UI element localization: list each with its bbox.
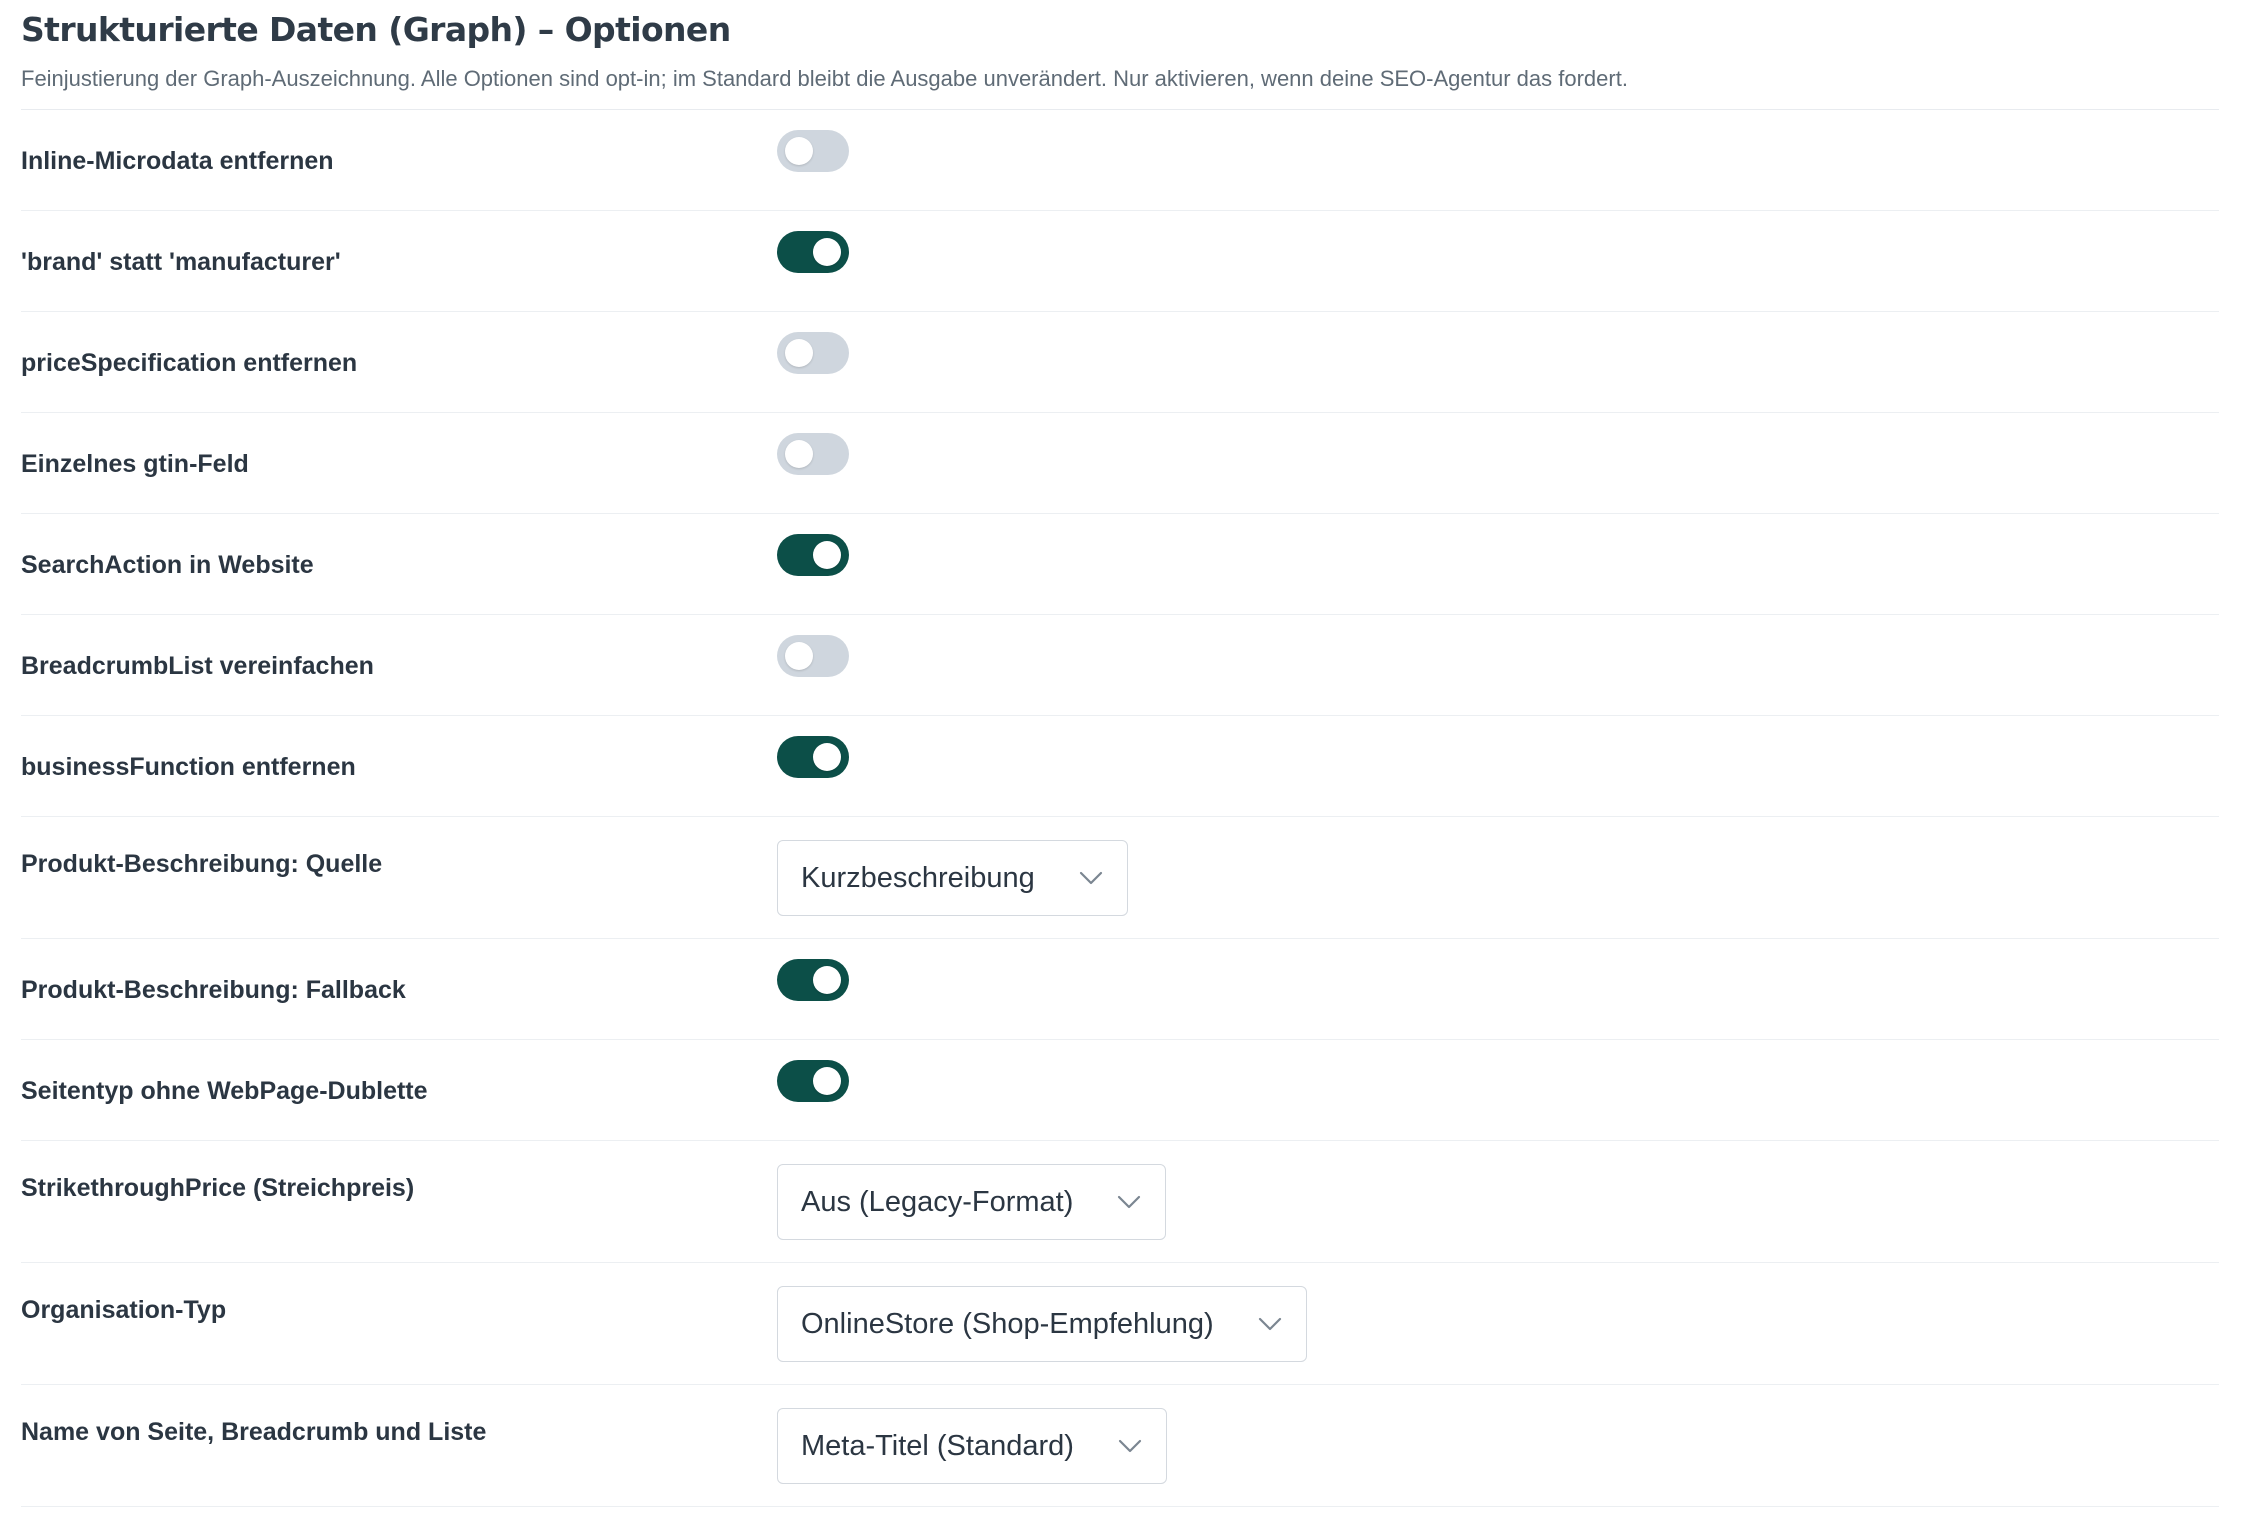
option-row: Produkt-Beschreibung: Quelle Kurzbeschrei…	[21, 817, 2219, 939]
option-label: Einzelnes gtin-Feld	[21, 450, 249, 478]
chevron-down-icon	[1258, 1317, 1282, 1331]
select-value: Kurzbeschreibung	[801, 861, 1035, 894]
select-dropdown[interactable]: Kurzbeschreibung	[777, 840, 1128, 916]
toggle-switch[interactable]	[777, 534, 849, 576]
option-label: Produkt-Beschreibung: Fallback	[21, 976, 406, 1004]
option-label: businessFunction entfernen	[21, 753, 356, 781]
toggle-knob	[785, 440, 813, 468]
toggle-knob	[785, 642, 813, 670]
option-label: StrikethroughPrice (Streichpreis)	[21, 1174, 415, 1202]
chevron-down-icon	[1117, 1195, 1141, 1209]
option-row: 'brand' statt 'manufacturer'	[21, 211, 2219, 312]
select-dropdown[interactable]: Aus (Legacy-Format)	[777, 1164, 1167, 1240]
option-label: priceSpecification entfernen	[21, 349, 358, 377]
option-label: Inline-Microdata entfernen	[21, 147, 334, 175]
toggle-switch[interactable]	[777, 433, 849, 475]
toggle-switch[interactable]	[777, 959, 849, 1001]
option-row: Inline-Microdata entfernen	[21, 110, 2219, 211]
option-row: StrikethroughPrice (Streichpreis) Aus (Le…	[21, 1141, 2219, 1263]
chevron-down-icon	[1118, 1439, 1142, 1453]
toggle-switch[interactable]	[777, 332, 849, 374]
section-header: Strukturierte Daten (Graph) – Optionen F…	[21, 0, 2219, 110]
toggle-knob	[785, 339, 813, 367]
option-row: businessFunction entfernen	[21, 716, 2219, 817]
toggle-switch[interactable]	[777, 231, 849, 273]
option-row: Seitentyp ohne WebPage-Dublette	[21, 1040, 2219, 1141]
toggle-switch[interactable]	[777, 635, 849, 677]
page-title: Strukturierte Daten (Graph) – Optionen	[21, 10, 731, 49]
option-row: Produkt-Beschreibung: Fallback	[21, 939, 2219, 1040]
option-label: SearchAction in Website	[21, 551, 314, 579]
page-description: Feinjustierung der Graph-Auszeichnung. A…	[21, 66, 1628, 91]
option-row: BreadcrumbList vereinfachen	[21, 615, 2219, 716]
toggle-knob	[813, 966, 841, 994]
toggle-knob	[813, 541, 841, 569]
toggle-knob	[813, 238, 841, 266]
option-row: Einzelnes gtin-Feld	[21, 413, 2219, 514]
options-list: Inline-Microdata entfernen 'brand' statt …	[21, 110, 2219, 1507]
toggle-switch[interactable]	[777, 1060, 849, 1102]
option-label: BreadcrumbList vereinfachen	[21, 652, 374, 680]
toggle-switch[interactable]	[777, 736, 849, 778]
option-label: Produkt-Beschreibung: Quelle	[21, 850, 383, 878]
option-label: Name von Seite, Breadcrumb und Liste	[21, 1418, 487, 1446]
toggle-knob	[813, 743, 841, 771]
option-label: Organisation-Typ	[21, 1296, 227, 1324]
toggle-knob	[813, 1067, 841, 1095]
select-value: Aus (Legacy-Format)	[801, 1185, 1074, 1218]
option-row: SearchAction in Website	[21, 514, 2219, 615]
select-dropdown[interactable]: Meta-Titel (Standard)	[777, 1408, 1167, 1484]
option-label: 'brand' statt 'manufacturer'	[21, 248, 341, 276]
option-row: Name von Seite, Breadcrumb und Liste Meta…	[21, 1385, 2219, 1507]
option-row: priceSpecification entfernen	[21, 312, 2219, 413]
select-value: Meta-Titel (Standard)	[801, 1429, 1074, 1462]
chevron-down-icon	[1079, 871, 1103, 885]
option-label: Seitentyp ohne WebPage-Dublette	[21, 1077, 428, 1105]
settings-page: Strukturierte Daten (Graph) – Optionen F…	[0, 0, 2242, 1529]
select-value: OnlineStore (Shop-Empfehlung)	[801, 1307, 1214, 1340]
option-row: Organisation-Typ OnlineStore (Shop-Empfeh…	[21, 1263, 2219, 1385]
toggle-switch[interactable]	[777, 130, 849, 172]
toggle-knob	[785, 137, 813, 165]
select-dropdown[interactable]: OnlineStore (Shop-Empfehlung)	[777, 1286, 1307, 1362]
